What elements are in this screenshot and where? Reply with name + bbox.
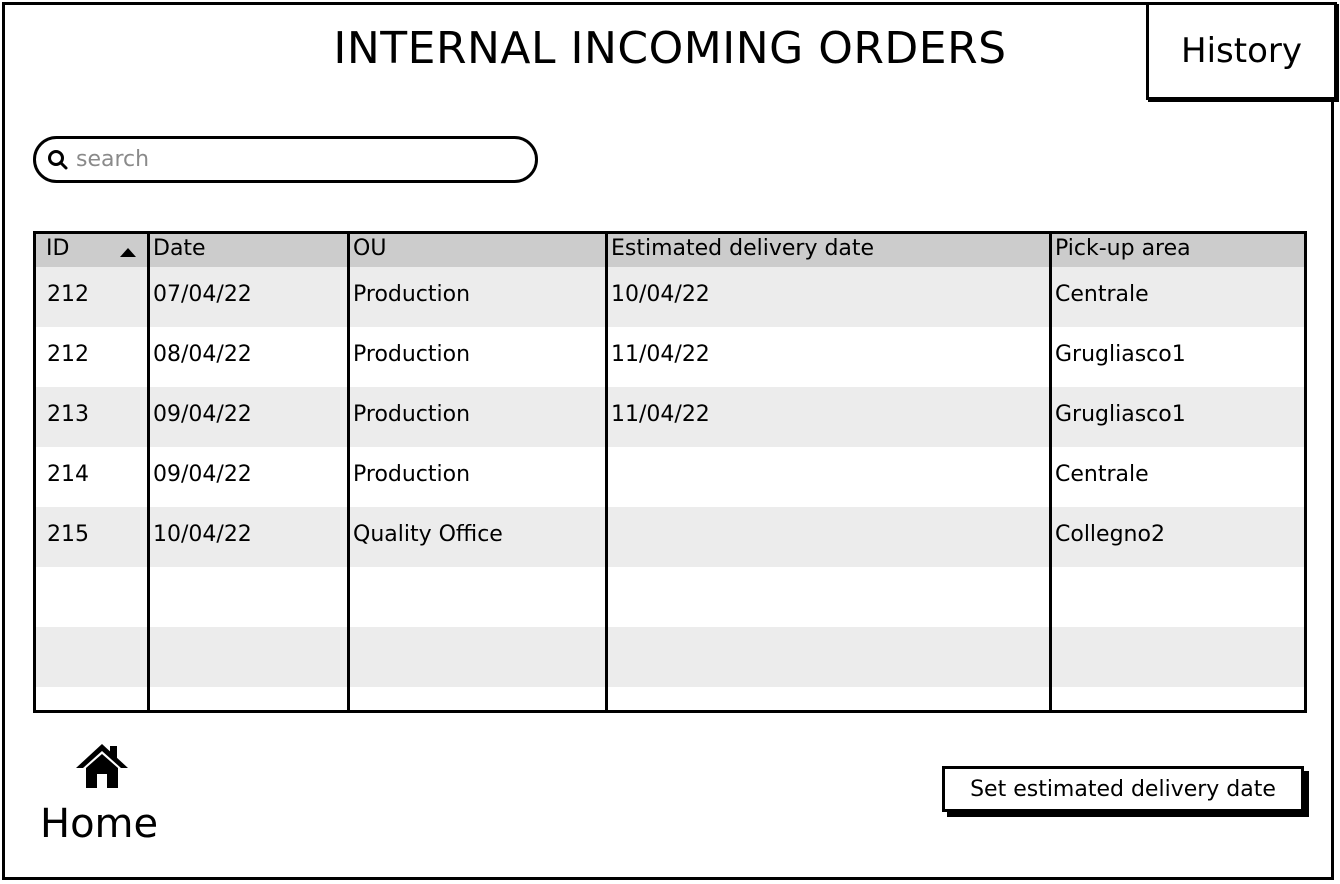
orders-table: ID Date OU Estimated delivery date Pick-… [33, 231, 1307, 713]
search-icon [46, 148, 70, 172]
column-divider [147, 234, 150, 710]
cell-id: 215 [47, 522, 89, 547]
cell-pickup-area: Grugliasco1 [1055, 402, 1186, 427]
cell-pickup-area: Grugliasco1 [1055, 342, 1186, 367]
cell-date: 07/04/22 [153, 282, 252, 307]
column-header-date[interactable]: Date [153, 236, 206, 261]
cell-date: 09/04/22 [153, 402, 252, 427]
cell-ou: Production [353, 462, 471, 487]
cell-id: 212 [47, 282, 89, 307]
cell-pickup-area: Centrale [1055, 462, 1149, 487]
cell-pickup-area: Collegno2 [1055, 522, 1165, 547]
table-row-empty[interactable] [36, 627, 1304, 687]
column-header-pickup-area[interactable]: Pick-up area [1055, 236, 1191, 261]
cell-estimated-delivery-date: 10/04/22 [611, 282, 710, 307]
column-divider [347, 234, 350, 710]
cell-ou: Quality Office [353, 522, 503, 547]
cell-date: 08/04/22 [153, 342, 252, 367]
home-label: Home [40, 801, 159, 847]
column-header-ou[interactable]: OU [353, 236, 386, 261]
table-row-empty[interactable] [36, 687, 1304, 710]
cell-estimated-delivery-date: 11/04/22 [611, 402, 710, 427]
table-row[interactable]: 215 10/04/22 Quality Office Collegno2 [36, 507, 1304, 567]
column-divider [1049, 234, 1052, 710]
cell-id: 214 [47, 462, 89, 487]
cell-id: 212 [47, 342, 89, 367]
table-row[interactable]: 213 09/04/22 Production 11/04/22 Gruglia… [36, 387, 1304, 447]
cell-id: 213 [47, 402, 89, 427]
column-header-id[interactable]: ID [46, 236, 69, 261]
sort-ascending-icon[interactable] [120, 248, 136, 257]
cell-date: 09/04/22 [153, 462, 252, 487]
page-title: INTERNAL INCOMING ORDERS [333, 23, 1007, 74]
history-button[interactable]: History [1146, 2, 1337, 100]
cell-estimated-delivery-date: 11/04/22 [611, 342, 710, 367]
home-button[interactable]: Home [38, 742, 170, 847]
cell-ou: Production [353, 282, 471, 307]
table-header: ID Date OU Estimated delivery date Pick-… [36, 234, 1304, 267]
cell-ou: Production [353, 342, 471, 367]
cell-date: 10/04/22 [153, 522, 252, 547]
set-estimated-delivery-date-button[interactable]: Set estimated delivery date [942, 766, 1304, 812]
cell-pickup-area: Centrale [1055, 282, 1149, 307]
table-row[interactable]: 214 09/04/22 Production Centrale [36, 447, 1304, 507]
cell-ou: Production [353, 402, 471, 427]
column-header-estimated-delivery-date[interactable]: Estimated delivery date [611, 236, 874, 261]
column-divider [605, 234, 608, 710]
search-bar[interactable] [33, 136, 538, 183]
table-row[interactable]: 212 08/04/22 Production 11/04/22 Gruglia… [36, 327, 1304, 387]
table-row[interactable]: 212 07/04/22 Production 10/04/22 Central… [36, 267, 1304, 327]
table-row-empty[interactable] [36, 567, 1304, 627]
home-icon [74, 742, 130, 790]
search-input[interactable] [76, 147, 496, 172]
